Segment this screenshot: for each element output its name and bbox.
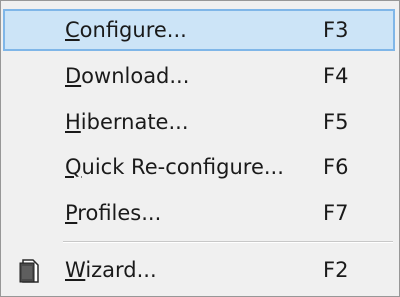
menu-item-wizard[interactable]: Wizard... F2 xyxy=(3,249,395,291)
menu-item-download[interactable]: Download... F4 xyxy=(3,55,395,97)
menu-item-label: Quick Re-configure... xyxy=(65,155,284,179)
menu-item-configure[interactable]: Configure... F3 xyxy=(3,9,395,51)
wizard-document-icon xyxy=(19,259,39,288)
menu-item-shortcut: F2 xyxy=(323,258,349,282)
menu-item-hibernate[interactable]: Hibernate... F5 xyxy=(3,101,395,143)
menu-item-shortcut: F7 xyxy=(323,201,349,225)
menu-item-label: Configure... xyxy=(65,18,187,42)
menu-item-label: Wizard... xyxy=(65,258,157,282)
menu-item-shortcut: F5 xyxy=(323,110,349,134)
context-menu: Configure... F3 Download... F4 Hibernate… xyxy=(0,0,400,297)
menu-item-label: Download... xyxy=(65,64,190,88)
menu-item-shortcut: F6 xyxy=(323,155,349,179)
menu-item-label: Hibernate... xyxy=(65,110,189,134)
menu-item-shortcut: F3 xyxy=(323,18,349,42)
menu-item-quick-reconfigure[interactable]: Quick Re-configure... F6 xyxy=(3,146,395,188)
menu-item-shortcut: F4 xyxy=(323,64,349,88)
menu-item-label: Profiles... xyxy=(65,201,162,225)
menu-separator xyxy=(63,241,393,243)
menu-item-profiles[interactable]: Profiles... F7 xyxy=(3,192,395,234)
